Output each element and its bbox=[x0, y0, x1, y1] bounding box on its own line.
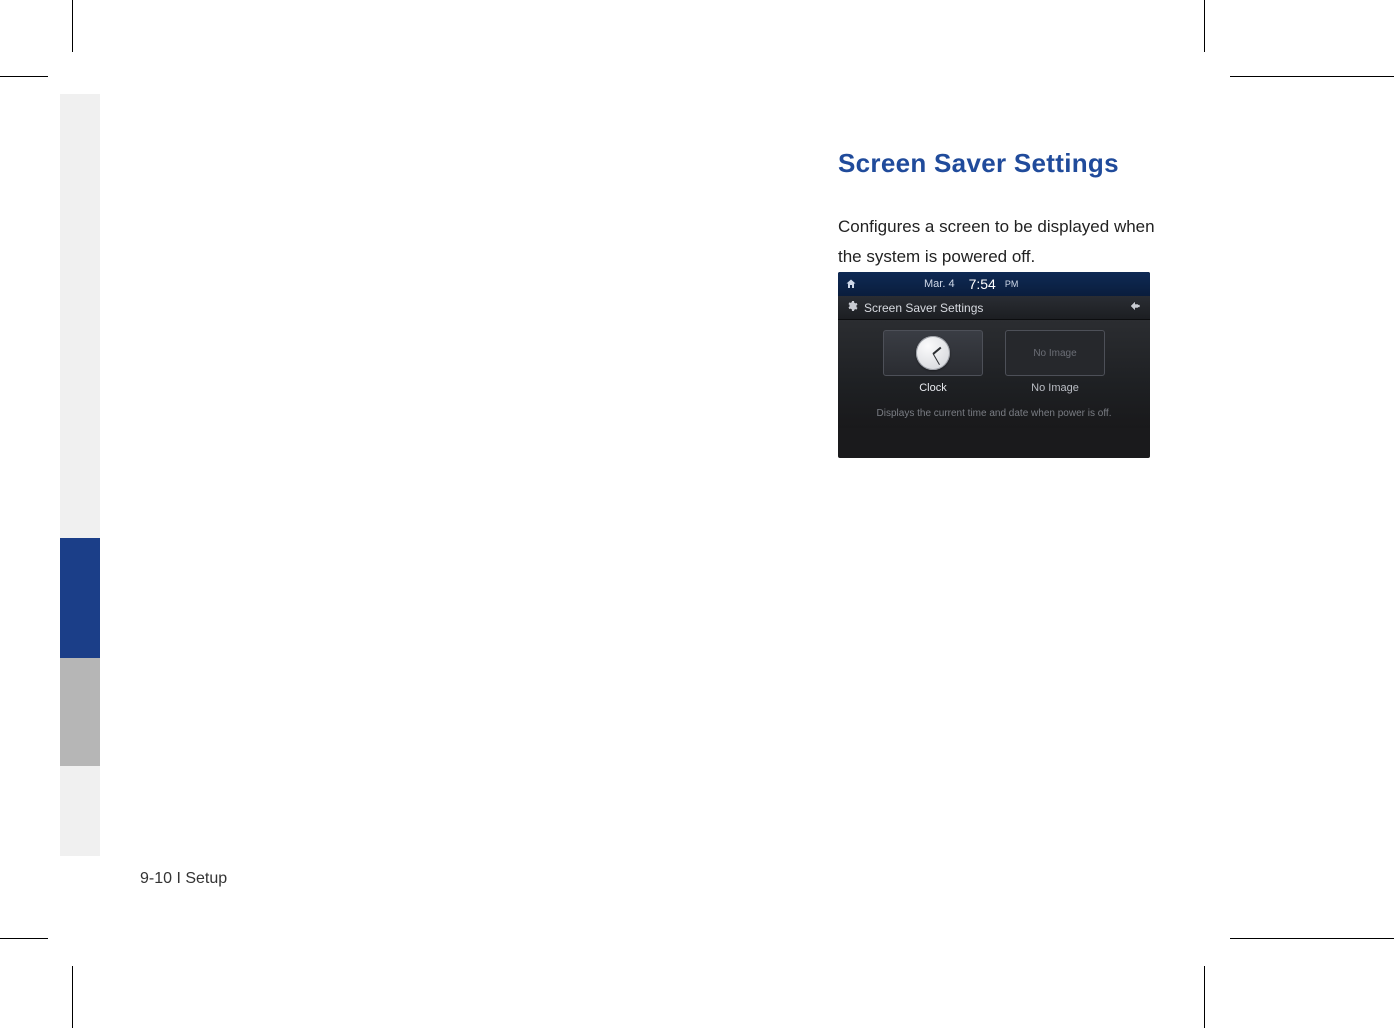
device-titlebar: Screen Saver Settings bbox=[838, 296, 1150, 320]
option-no-image[interactable]: No Image No Image bbox=[1003, 330, 1107, 394]
crop-mark bbox=[1230, 938, 1394, 939]
statusbar-time: 7:54 bbox=[969, 276, 996, 292]
statusbar-date: Mar. 4 bbox=[924, 278, 955, 290]
device-hint-text: Displays the current time and date when … bbox=[877, 408, 1112, 419]
option-no-image-thumb: No Image bbox=[1005, 330, 1105, 376]
section-body: Configures a screen to be displayed when… bbox=[838, 212, 1158, 272]
crop-mark bbox=[1230, 76, 1394, 77]
crop-mark bbox=[0, 938, 48, 939]
section-heading: Screen Saver Settings bbox=[838, 148, 1119, 179]
crop-mark bbox=[72, 966, 73, 1028]
back-icon[interactable] bbox=[1128, 299, 1142, 316]
tab-band bbox=[60, 658, 100, 766]
tab-band-active bbox=[60, 538, 100, 658]
home-icon[interactable] bbox=[844, 277, 858, 291]
statusbar-time-suffix: PM bbox=[1005, 279, 1019, 289]
option-no-image-thumb-text: No Image bbox=[1033, 348, 1076, 359]
section-body-line: Configures a screen to be displayed when bbox=[838, 217, 1155, 236]
crop-mark bbox=[1204, 966, 1205, 1028]
option-clock[interactable]: Clock bbox=[881, 330, 985, 394]
crop-mark bbox=[1204, 0, 1205, 52]
device-body: Clock No Image No Image Displays the cur… bbox=[838, 320, 1150, 428]
device-titlebar-label: Screen Saver Settings bbox=[864, 301, 983, 315]
screensaver-options: Clock No Image No Image bbox=[881, 330, 1107, 394]
page-tab-strip bbox=[60, 94, 100, 856]
option-clock-thumb bbox=[883, 330, 983, 376]
clock-icon bbox=[916, 336, 950, 370]
gear-icon bbox=[846, 300, 858, 315]
option-no-image-label: No Image bbox=[1031, 382, 1079, 394]
crop-mark bbox=[0, 76, 48, 77]
tab-band bbox=[60, 94, 100, 538]
device-screenshot: Mar. 4 7:54 PM Screen Saver Settings Clo… bbox=[838, 272, 1150, 458]
device-statusbar: Mar. 4 7:54 PM bbox=[838, 272, 1150, 296]
crop-mark bbox=[72, 0, 73, 52]
page-footer: 9-10 I Setup bbox=[140, 870, 227, 888]
option-clock-label: Clock bbox=[919, 382, 947, 394]
tab-band bbox=[60, 766, 100, 856]
section-body-line: the system is powered off. bbox=[838, 247, 1035, 266]
